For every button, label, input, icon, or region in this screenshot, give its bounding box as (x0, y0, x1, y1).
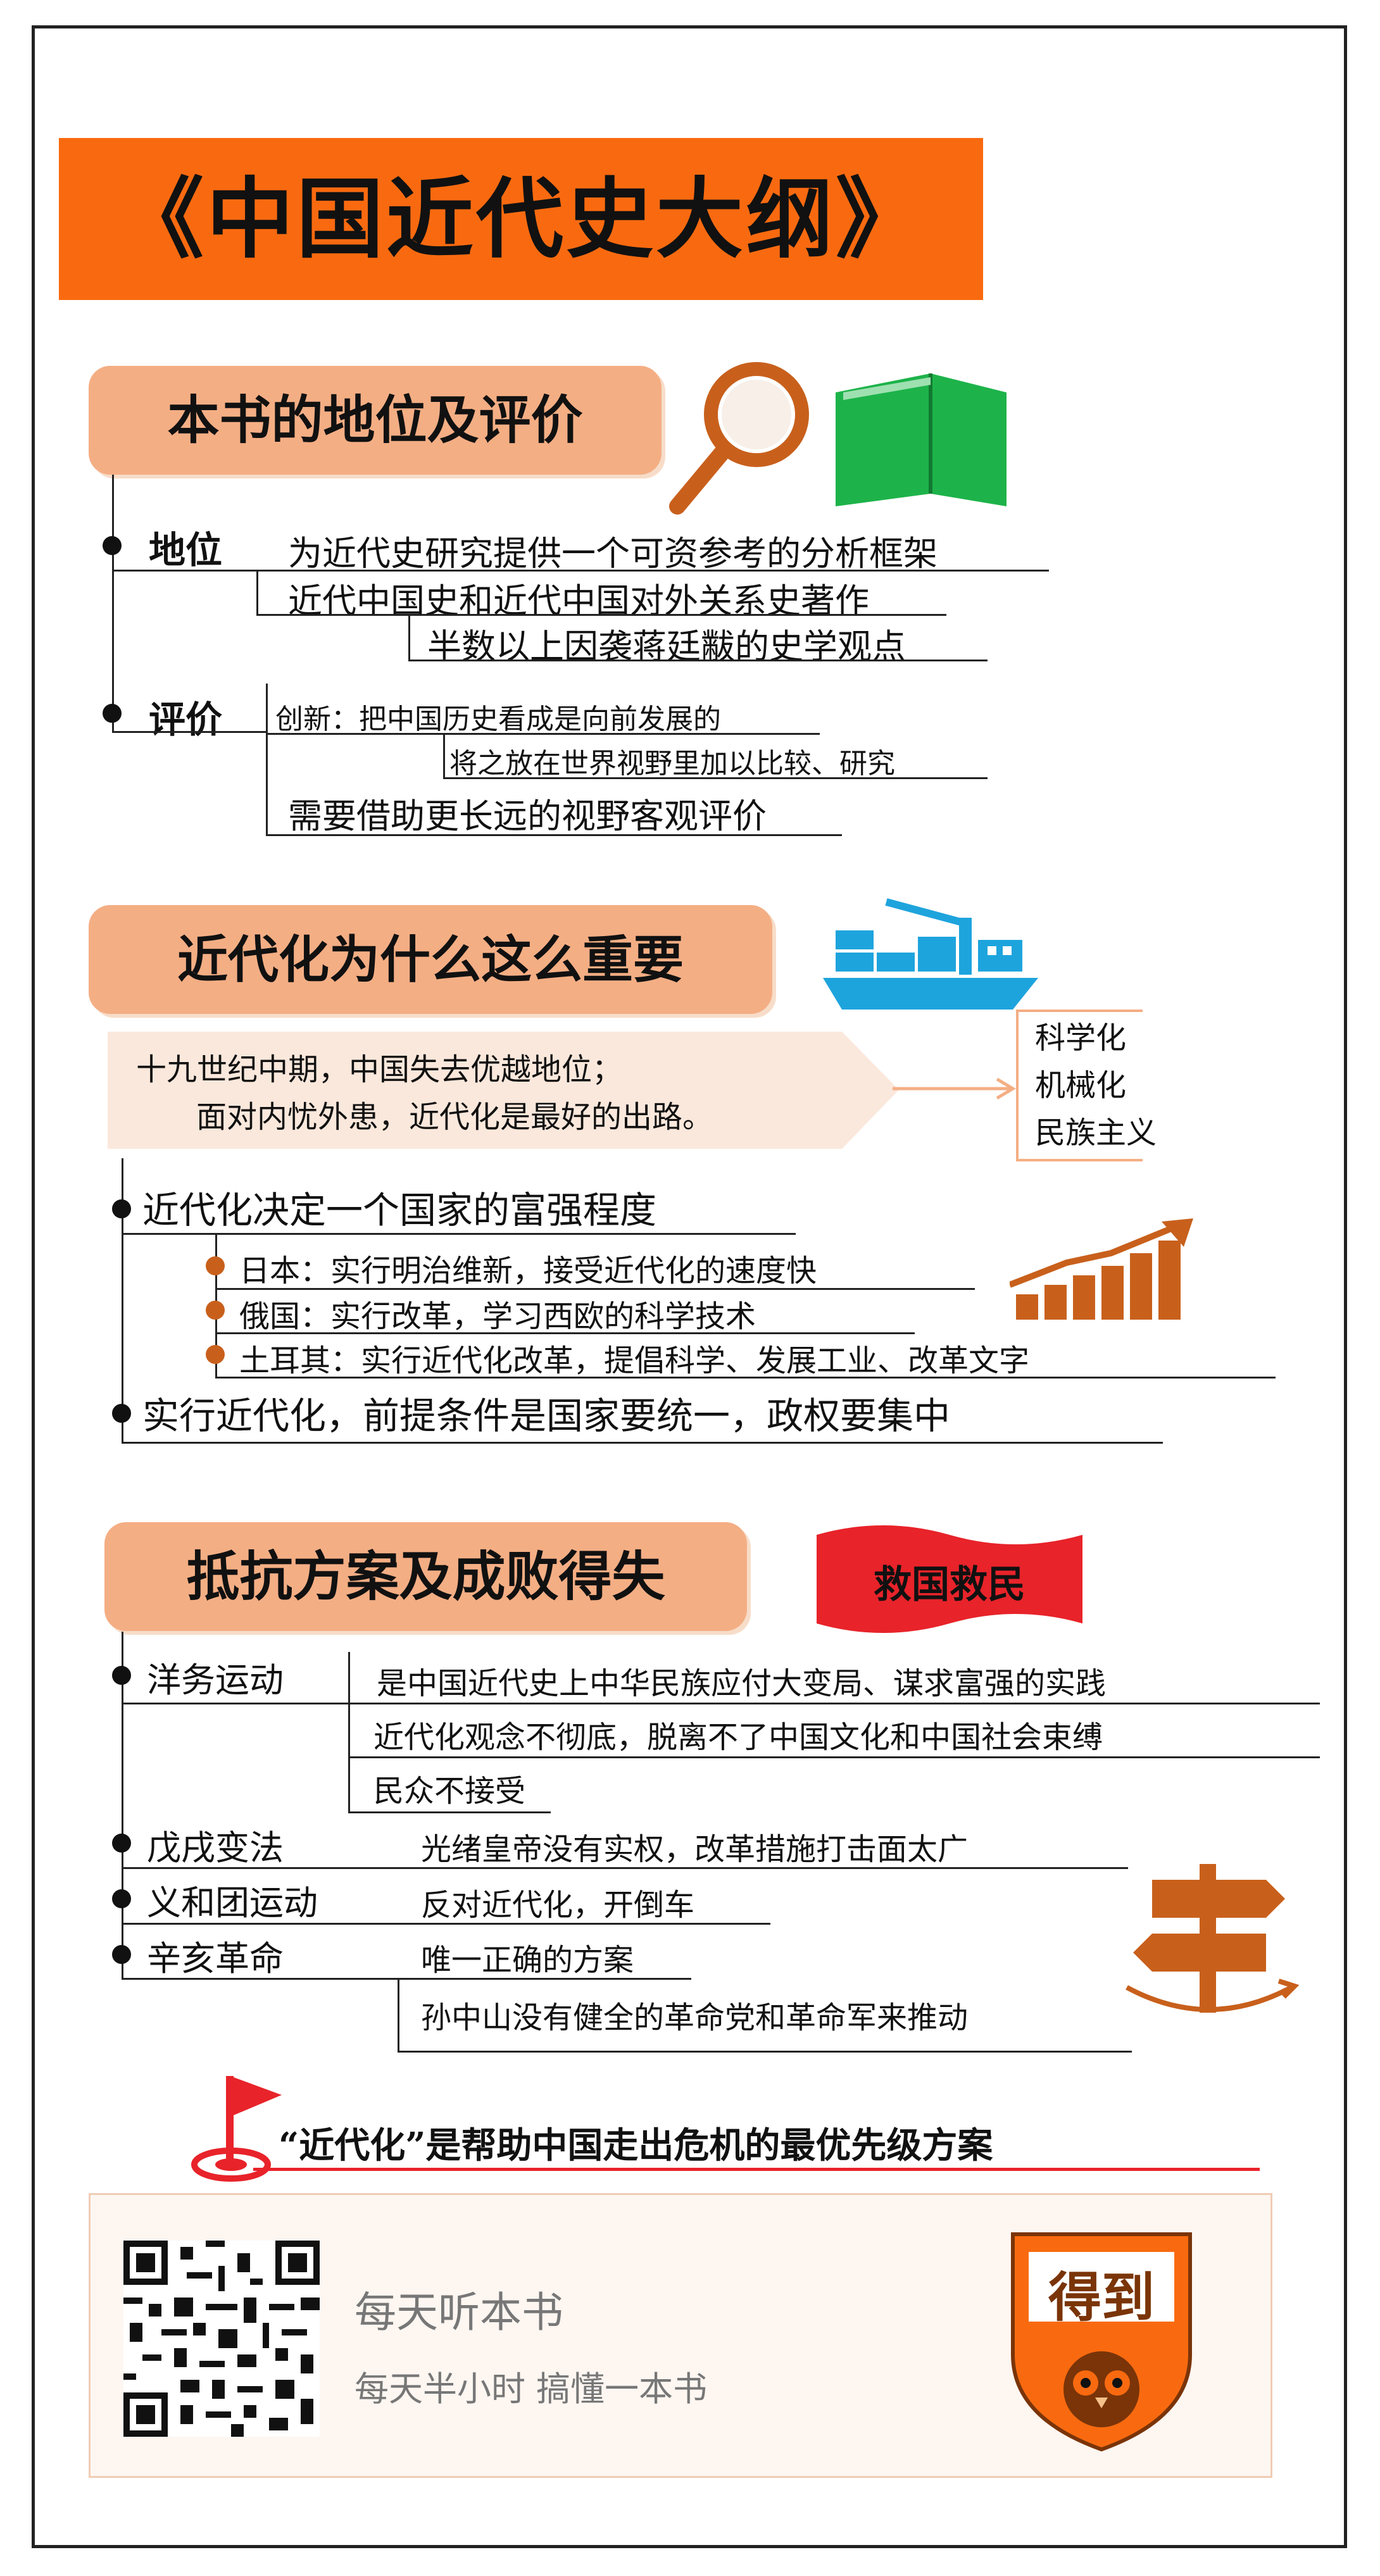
evaluation-label: 评价 (149, 698, 223, 741)
arrow-right-icon (893, 1077, 1016, 1100)
bullet-evaluation (103, 704, 122, 723)
sub-item-2-underline (215, 1332, 915, 1334)
section2-heading: 近代化为什么这么重要 (177, 930, 684, 989)
conclusion-text: “近代化”是帮助中国走出危机的最优先级方案 (279, 2125, 993, 2166)
qr-code-icon (123, 2241, 320, 2437)
movement-4-note-2-underline (398, 2051, 1132, 2053)
ship-icon (823, 898, 1038, 1010)
bullet-sub-3 (206, 1345, 225, 1364)
position-branch-1 (256, 570, 258, 615)
movement-2-note-1: 光绪皇帝没有实权，改革措施打击面太广 (421, 1832, 969, 1867)
magnifier-book-icon (669, 362, 1007, 515)
position-item-2-underline (256, 614, 946, 616)
logo-text: 得到 (1048, 2266, 1155, 2329)
sub-item-1: 日本：实行明治维新，接受近代化的速度快 (239, 1253, 817, 1289)
side-item-2: 机械化 (1035, 1068, 1127, 1103)
bullet-position (103, 536, 122, 555)
evaluation-underline (112, 731, 267, 733)
evaluation-item-1-underline (266, 733, 820, 735)
bullet-movement-4 (112, 1945, 131, 1964)
point-1-underline (122, 1233, 796, 1235)
sub-item-3-underline (215, 1377, 1276, 1379)
evaluation-item-2: 将之放在世界视野里加以比较、研究 (449, 747, 895, 780)
conclusion-underline (253, 2168, 1260, 2171)
movement-2-name: 戊戌变法 (147, 1828, 284, 1868)
goal-flag-icon (191, 2076, 282, 2182)
movement-1-note-1-underline (348, 1703, 1320, 1704)
context-line-1: 十九世纪中期，中国失去优越地位； (136, 1052, 623, 1087)
movement-1-branch (348, 1652, 350, 1813)
evaluation-item-3: 需要借助更长远的视野客观评价 (288, 796, 767, 836)
movement-4-note-1: 唯一正确的方案 (421, 1942, 634, 1978)
section1-heading: 本书的地位及评价 (167, 390, 583, 451)
section3-heading: 抵抗方案及成败得失 (186, 1545, 665, 1608)
footer-line-2: 每天半小时 搞懂一本书 (354, 2369, 708, 2409)
point-2: 实行近代化，前提条件是国家要统一，政权要集中 (142, 1394, 951, 1437)
sub-item-3: 土耳其：实行近代化改革，提倡科学、发展工业、改革文字 (239, 1343, 1030, 1379)
bullet-sub-1 (206, 1256, 225, 1275)
movement-4-note-2: 孙中山没有健全的革命党和革命军来推动 (421, 2000, 969, 2035)
section1-trunk (112, 475, 114, 731)
bullet-movement-3 (112, 1889, 131, 1908)
page-title: 《中国近代史大纲》 (116, 167, 925, 270)
growth-chart-icon (1010, 1218, 1193, 1320)
movement-3-underline (122, 1923, 770, 1925)
movement-2-underline (122, 1867, 1128, 1869)
side-item-3: 民族主义 (1035, 1115, 1157, 1151)
evaluation-item-2-underline (443, 777, 988, 779)
signpost-icon (1126, 1864, 1300, 2013)
bullet-point1 (112, 1199, 131, 1218)
evaluation-branch-2 (443, 733, 445, 777)
evaluation-item-1: 创新：把中国历史看成是向前发展的 (275, 703, 721, 735)
bullet-point2 (112, 1404, 131, 1423)
movement-1-note-2-underline (348, 1756, 1320, 1758)
movement-1-note-2: 近代化观念不彻底，脱离不了中国文化和中国社会束缚 (373, 1720, 1103, 1755)
bullet-movement-1 (112, 1666, 131, 1685)
context-line-2: 面对内忧外患，近代化是最好的出路。 (196, 1099, 713, 1135)
sub-item-1-underline (215, 1288, 975, 1290)
movement-1-note-3: 民众不接受 (373, 1773, 526, 1809)
sub-item-2: 俄国：实行改革，学习西欧的科学技术 (239, 1299, 756, 1334)
movement-1-underline (122, 1703, 349, 1704)
flag-text: 救国救民 (874, 1563, 1026, 1607)
bullet-sub-2 (206, 1301, 225, 1320)
movement-4-underline (122, 1978, 691, 1980)
footer-line-1: 每天听本书 (354, 2288, 563, 2337)
movement-4-branch (398, 1978, 399, 2053)
position-label: 地位 (149, 528, 223, 572)
movement-1-note-3-underline (348, 1811, 551, 1813)
movement-3-note-1: 反对近代化，开倒车 (421, 1887, 695, 1923)
position-item-1: 为近代史研究提供一个可资参考的分析框架 (288, 534, 938, 573)
movement-3-name: 义和团运动 (147, 1883, 318, 1923)
movement-1-name: 洋务运动 (147, 1660, 284, 1700)
position-branch-2 (408, 615, 410, 661)
evaluation-branch (266, 684, 268, 835)
bullet-movement-2 (112, 1834, 131, 1853)
evaluation-item-3-underline (266, 834, 842, 836)
side-item-1: 科学化 (1035, 1020, 1127, 1056)
movement-1-note-1: 是中国近代史上中华民族应付大变局、谋求富强的实践 (377, 1666, 1107, 1701)
point-2-underline (122, 1442, 1163, 1444)
point-1: 近代化决定一个国家的富强程度 (142, 1189, 657, 1232)
position-item-3-underline (408, 660, 988, 661)
movement-4-name: 辛亥革命 (147, 1939, 284, 1979)
